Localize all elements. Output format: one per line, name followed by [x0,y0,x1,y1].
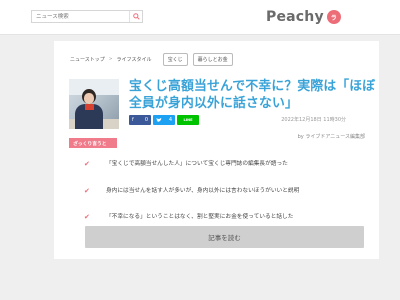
facebook-count: 0 [144,117,148,123]
check-icon: ✔ [84,160,90,168]
article-thumbnail[interactable] [69,79,119,129]
line-share-button[interactable]: LINE [177,115,199,125]
search-icon [132,13,140,20]
search-box [31,10,143,23]
article-byline: by ライブドアニュース編集部 [297,134,365,140]
logo-text: Peachy [266,9,324,25]
line-icon: LINE [183,118,193,122]
summary-text: 「宝くじで高額当せんした人」について宝くじ専門誌の編集長が語った [106,161,288,167]
search-button[interactable] [129,11,142,22]
summary-label: ざっくり言うと [69,138,117,148]
list-item: ✔ 「不幸になる」ということはなく、割と堅実にお金を使っていると話した [84,211,374,224]
article-title[interactable]: 宝くじ高額当せんで不幸に？実際は「ほぼ全員が身内以外に話さない」 [129,78,377,112]
summary-text: 「不幸になる」ということはなく、割と堅実にお金を使っていると話した [106,214,294,220]
summary-text: 身内には当せんを話す人が多いが、身内以外には言わないほうがいいと説明 [106,187,300,194]
breadcrumb-separator: > [108,56,113,62]
facebook-icon: f [132,117,134,123]
check-icon: ✔ [84,186,90,195]
tag-money[interactable]: 暮らしとお金 [192,52,233,66]
facebook-share-button[interactable]: f 0 [129,115,151,125]
read-article-button[interactable]: 記事を読む [85,226,364,248]
list-item: ✔ 「宝くじで高額当せんした人」について宝くじ専門誌の編集長が語った [84,158,374,171]
share-bar: f 0 4 LINE [129,115,201,125]
twitter-share-button[interactable]: 4 [153,115,175,125]
check-icon: ✔ [84,213,90,221]
search-input[interactable] [32,11,130,22]
tag-lottery[interactable]: 宝くじ [162,52,188,66]
site-logo[interactable]: Peachy ラ [266,7,341,27]
twitter-icon [156,117,162,122]
logo-badge: ラ [326,10,341,24]
breadcrumb-item-news-top[interactable]: ニューストップ [70,56,105,63]
article-card: ニューストップ > ライフスタイル 宝くじ 暮らしとお金 宝くじ高額当せんで不幸… [54,41,379,259]
article-date: 2022年12月18日 11時30分 [281,117,346,123]
list-item: ✔ 身内には当せんを話す人が多いが、身内以外には言わないほうがいいと説明 [84,185,374,198]
twitter-count: 4 [168,117,172,123]
site-header: Peachy ラ [0,0,400,35]
breadcrumb: ニューストップ > ライフスタイル 宝くじ 暮らしとお金 [70,52,233,66]
breadcrumb-item-lifestyle[interactable]: ライフスタイル [117,56,152,63]
